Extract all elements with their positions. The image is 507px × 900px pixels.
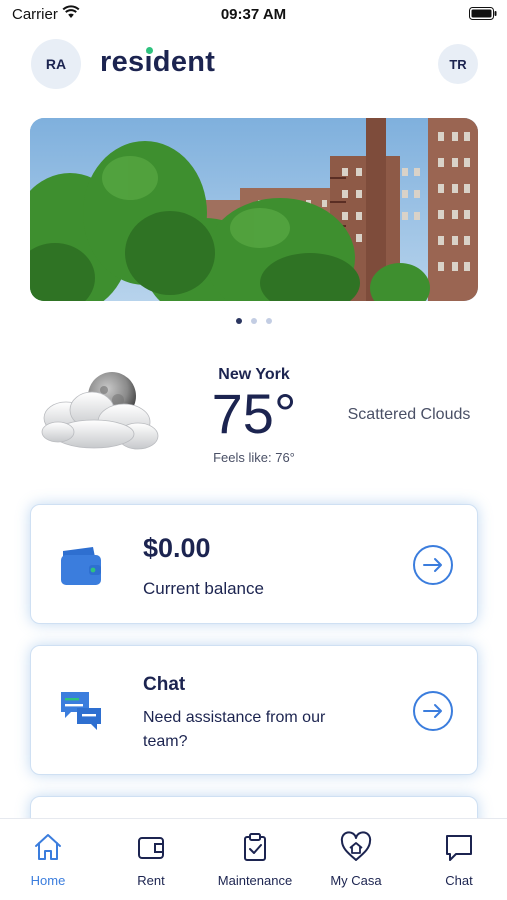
wallet-icon — [61, 547, 101, 585]
chat-icon — [446, 835, 472, 861]
tab-label: Chat — [445, 873, 473, 888]
carousel-dot[interactable] — [265, 318, 272, 324]
tab-maintenance[interactable]: Maintenance — [210, 819, 300, 900]
chat-card[interactable]: Chat Need assistance from our team? — [30, 645, 478, 775]
user-initials: RA — [45, 56, 67, 72]
tab-label: Home — [30, 873, 66, 888]
status-bar: Carrier 09:37 AM — [0, 0, 507, 30]
arrow-right-icon — [423, 558, 442, 572]
profile-initials: TR — [449, 56, 467, 72]
balance-arrow-button[interactable] — [413, 545, 453, 585]
tab-label: Maintenance — [217, 873, 293, 888]
home-icon — [35, 834, 61, 860]
weather-condition: Scattered Clouds — [347, 406, 471, 423]
tab-my-casa[interactable]: My Casa — [321, 819, 391, 900]
tab-label: Rent — [137, 873, 165, 888]
balance-card[interactable]: $0.00 Current balance — [30, 504, 478, 624]
bottom-tab-bar: Home Rent Maintenance My Casa Chat — [0, 818, 507, 900]
weather-temperature: 75° — [211, 382, 297, 445]
logo-text: resident — [100, 46, 216, 78]
logo-dot — [146, 47, 153, 54]
status-time: 09:37 AM — [220, 6, 287, 23]
weather-feels-like: Feels like: 76° — [213, 450, 295, 465]
tab-rent[interactable]: Rent — [121, 819, 181, 900]
balance-amount: $0.00 — [143, 533, 211, 563]
battery-icon — [469, 7, 497, 20]
building-photo — [30, 118, 478, 301]
carousel-indicator[interactable] — [0, 318, 507, 324]
hero-carousel-image[interactable] — [30, 118, 478, 301]
carousel-dot[interactable] — [235, 318, 242, 324]
heart-house-icon — [340, 831, 372, 861]
balance-label: Current balance — [143, 579, 264, 598]
tab-label: My Casa — [330, 873, 382, 888]
clipboard-check-icon — [244, 833, 266, 861]
chat-card-title: Chat — [143, 674, 186, 695]
tab-home[interactable]: Home — [18, 819, 78, 900]
user-avatar[interactable]: RA — [31, 39, 81, 89]
carousel-dot[interactable] — [250, 318, 257, 324]
cloudy-night-icon — [41, 372, 159, 450]
chat-arrow-button[interactable] — [413, 691, 453, 731]
tab-chat[interactable]: Chat — [429, 819, 489, 900]
arrow-right-icon — [423, 704, 442, 718]
chat-bubbles-icon — [61, 692, 101, 730]
profile-avatar[interactable]: TR — [438, 44, 478, 84]
wallet-icon — [138, 837, 164, 859]
chat-card-description: Need assistance from our team? — [143, 709, 326, 750]
app-logo: resident — [100, 46, 215, 79]
